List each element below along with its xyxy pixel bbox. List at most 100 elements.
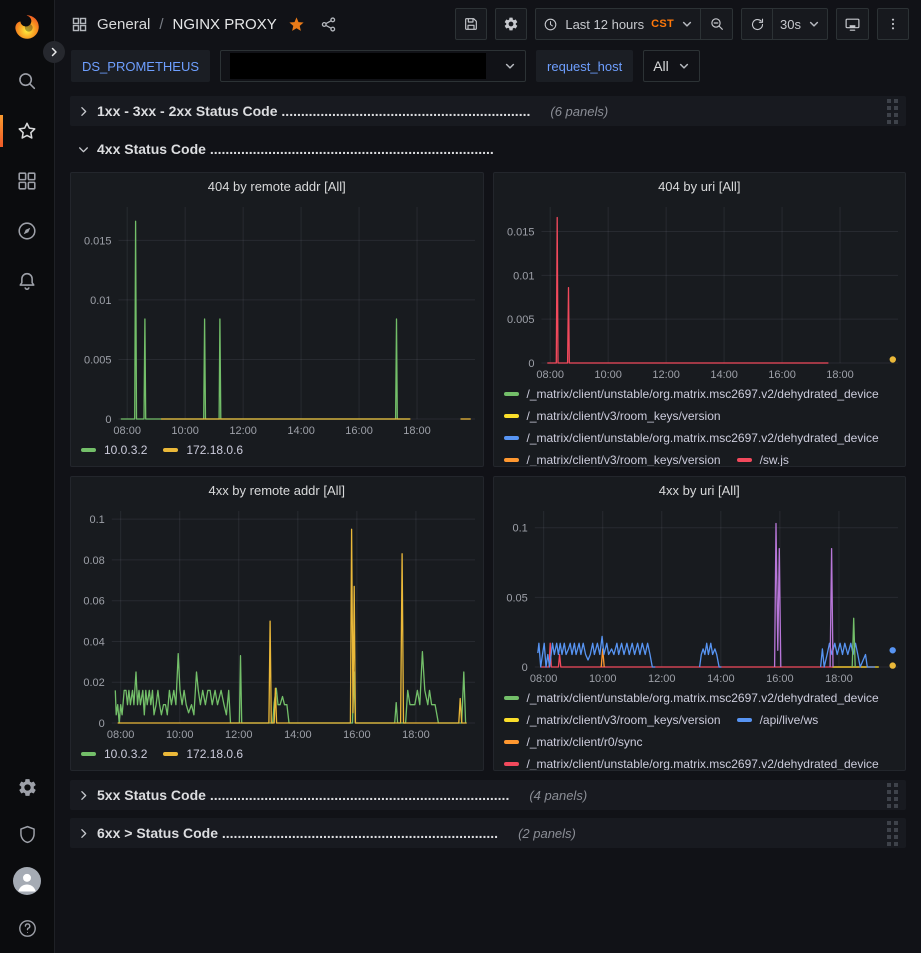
cycle-view-button[interactable] xyxy=(836,8,869,40)
panel-title[interactable]: 4xx by uri [All] xyxy=(494,477,906,505)
legend-series-label: /_matrix/client/v3/room_keys/version xyxy=(527,409,721,423)
zoom-out-button[interactable] xyxy=(701,8,733,40)
panel-title[interactable]: 404 by uri [All] xyxy=(494,173,906,201)
refresh-interval-picker[interactable]: 30s xyxy=(773,8,828,40)
sidebar-item-starred[interactable] xyxy=(0,118,55,144)
legend-item[interactable]: 10.0.3.2 xyxy=(81,746,147,762)
request-host-select[interactable]: All xyxy=(643,50,700,82)
legend-item[interactable]: 10.0.3.2 xyxy=(81,442,147,458)
sidebar-nav xyxy=(0,68,54,294)
grafana-logo-icon[interactable] xyxy=(12,12,42,42)
sidebar-expand-button[interactable] xyxy=(43,41,65,63)
chevron-down-icon xyxy=(681,18,693,30)
legend-item[interactable]: /_matrix/client/unstable/org.matrix.msc2… xyxy=(504,756,879,770)
svg-text:0.015: 0.015 xyxy=(84,235,112,247)
time-series-chart[interactable]: 08:0010:0012:0014:0016:0018:0000.050.1 xyxy=(494,505,906,687)
svg-text:14:00: 14:00 xyxy=(707,673,735,685)
variable-label-request-host: request_host xyxy=(536,50,633,82)
main-area: General / NGINX PROXY xyxy=(55,0,921,953)
chevron-down-icon xyxy=(77,143,90,156)
row-header-4xx[interactable]: 4xx Status Code ........................… xyxy=(70,134,906,164)
sidebar-item-alerting[interactable] xyxy=(0,268,55,294)
row-header-6xx[interactable]: 6xx > Status Code ......................… xyxy=(70,818,906,848)
breadcrumb-folder[interactable]: General xyxy=(97,16,150,33)
dashboards-grid-icon xyxy=(16,170,38,192)
refresh-group: 30s xyxy=(741,8,828,40)
time-series-chart[interactable]: 08:0010:0012:0014:0016:0018:0000.020.040… xyxy=(71,505,483,743)
legend-series-label: /_matrix/client/unstable/org.matrix.msc2… xyxy=(527,387,879,401)
row-drag-handle[interactable] xyxy=(887,783,898,808)
svg-text:10:00: 10:00 xyxy=(588,673,616,685)
dashboard-grid-icon[interactable] xyxy=(71,16,88,33)
time-series-chart[interactable]: 08:0010:0012:0014:0016:0018:0000.0050.01… xyxy=(494,201,906,383)
sidebar-item-settings[interactable] xyxy=(0,774,55,800)
favorite-star-icon[interactable] xyxy=(288,16,305,33)
legend-item[interactable]: /_matrix/client/v3/room_keys/version xyxy=(504,452,721,466)
sidebar-item-explore[interactable] xyxy=(0,218,55,244)
save-dashboard-button[interactable] xyxy=(455,8,487,40)
row-drag-handle[interactable] xyxy=(887,99,898,124)
time-series-chart[interactable]: 08:0010:0012:0014:0016:0018:0000.0050.01… xyxy=(71,201,483,439)
svg-text:16:00: 16:00 xyxy=(345,425,373,437)
person-icon xyxy=(13,867,41,895)
chevron-right-icon xyxy=(48,46,60,58)
row-header-1xx-3xx-2xx[interactable]: 1xx - 3xx - 2xx Status Code ............… xyxy=(70,96,906,126)
more-options-button[interactable] xyxy=(877,8,909,40)
svg-text:18:00: 18:00 xyxy=(826,369,854,381)
dashboard-settings-button[interactable] xyxy=(495,8,527,40)
timezone-label: CST xyxy=(651,18,674,30)
share-icon[interactable] xyxy=(320,16,337,33)
dashboard-content: 1xx - 3xx - 2xx Status Code ............… xyxy=(55,90,921,953)
panel-title[interactable]: 4xx by remote addr [All] xyxy=(71,477,483,505)
legend-item[interactable]: /_matrix/client/unstable/org.matrix.msc2… xyxy=(504,690,879,706)
sidebar-item-server-admin[interactable] xyxy=(0,821,55,847)
svg-text:18:00: 18:00 xyxy=(403,425,431,437)
refresh-button[interactable] xyxy=(741,8,773,40)
sidebar-item-help[interactable] xyxy=(0,915,55,941)
time-range-picker[interactable]: Last 12 hours CST xyxy=(535,8,701,40)
svg-text:0.01: 0.01 xyxy=(513,270,534,282)
kebab-menu-icon xyxy=(885,16,901,32)
sidebar-item-search[interactable] xyxy=(0,68,55,94)
legend-item[interactable]: /_matrix/client/v3/room_keys/version xyxy=(504,712,721,728)
chevron-down-icon xyxy=(504,60,516,72)
legend-item[interactable]: /api/live/ws xyxy=(737,712,819,728)
sidebar-item-dashboards[interactable] xyxy=(0,168,55,194)
legend-series-marker xyxy=(163,752,178,756)
svg-text:0: 0 xyxy=(521,662,527,674)
legend-item[interactable]: 172.18.0.6 xyxy=(163,746,243,762)
panel-title[interactable]: 404 by remote addr [All] xyxy=(71,173,483,201)
svg-text:16:00: 16:00 xyxy=(343,729,371,741)
breadcrumb-dashboard-title[interactable]: NGINX PROXY xyxy=(173,16,277,33)
row-header-5xx[interactable]: 5xx Status Code ........................… xyxy=(70,780,906,810)
ds-prometheus-select[interactable] xyxy=(220,50,526,82)
legend-item[interactable]: /_matrix/client/r0/sync xyxy=(504,734,643,750)
legend-item[interactable]: /_matrix/client/unstable/org.matrix.msc2… xyxy=(504,430,879,446)
svg-text:08:00: 08:00 xyxy=(536,369,564,381)
legend-series-marker xyxy=(504,414,519,418)
row-drag-handle[interactable] xyxy=(887,821,898,846)
legend-item[interactable]: 172.18.0.6 xyxy=(163,442,243,458)
panel-4xx-by-uri: 4xx by uri [All] 08:0010:0012:0014:0016:… xyxy=(493,476,907,771)
legend-item[interactable]: /sw.js xyxy=(737,452,789,466)
sidebar xyxy=(0,0,55,953)
svg-text:18:00: 18:00 xyxy=(825,673,853,685)
avatar xyxy=(13,867,41,895)
panel-legend: 10.0.3.2 172.18.0.6 xyxy=(71,743,483,770)
row-panel-count: (6 panels) xyxy=(550,104,608,119)
clock-icon xyxy=(543,17,558,32)
sidebar-item-profile[interactable] xyxy=(0,868,55,894)
request-host-value: All xyxy=(653,58,669,74)
legend-item[interactable]: /_matrix/client/v3/room_keys/version xyxy=(504,408,721,424)
svg-text:16:00: 16:00 xyxy=(768,369,796,381)
redacted-value xyxy=(230,53,486,79)
svg-text:10:00: 10:00 xyxy=(594,369,622,381)
svg-text:14:00: 14:00 xyxy=(284,729,312,741)
legend-series-marker xyxy=(504,740,519,744)
legend-item[interactable]: /_matrix/client/unstable/org.matrix.msc2… xyxy=(504,386,879,402)
legend-series-label: 10.0.3.2 xyxy=(104,443,147,457)
svg-text:12:00: 12:00 xyxy=(648,673,676,685)
legend-series-marker xyxy=(504,392,519,396)
legend-series-label: /_matrix/client/v3/room_keys/version xyxy=(527,453,721,466)
shield-icon xyxy=(17,824,38,845)
